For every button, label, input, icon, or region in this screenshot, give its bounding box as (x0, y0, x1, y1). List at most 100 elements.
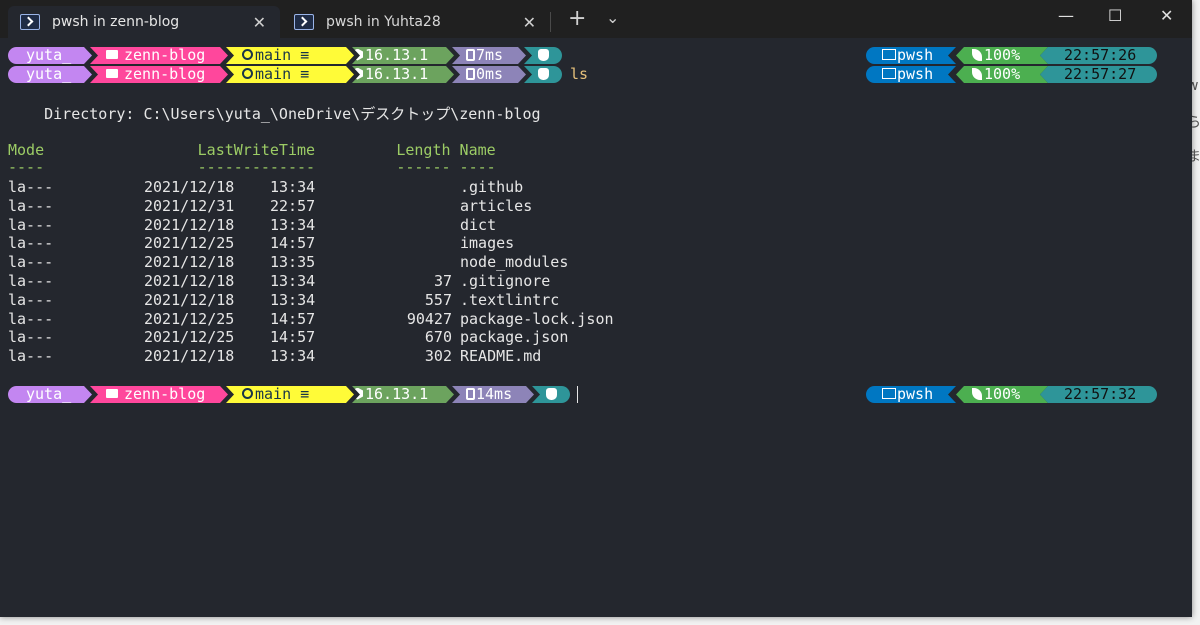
shell-name: pwsh (897, 65, 934, 83)
listing-length: 302 (424, 347, 452, 366)
listing-time: 14:57 (270, 328, 316, 347)
node-version: 16.13.1 (365, 385, 429, 403)
prompt-battery: 100% (956, 47, 1048, 64)
exec-time: 0ms (476, 65, 504, 83)
github-icon (242, 68, 253, 79)
listing-name: dict (460, 215, 497, 234)
prompt-exec-time: 14ms (452, 386, 534, 403)
node-version: 16.13.1 (365, 65, 429, 83)
listing-time: 13:34 (270, 215, 316, 234)
listing-time: 13:34 (270, 178, 316, 196)
listing-mode: la--- (8, 253, 54, 272)
listing-time: 13:34 (270, 272, 316, 290)
typed-command: ls (570, 65, 589, 83)
listing-date: 2021/12/18 (144, 347, 235, 366)
nodejs-icon (352, 68, 363, 80)
prompt-status (524, 47, 562, 64)
listing-mode: la--- (8, 328, 54, 347)
folder-name: zenn-blog (124, 385, 206, 403)
directory-line: Directory: C:\Users\yuta_\OneDrive\デスクトッ… (8, 105, 541, 123)
exec-time: 14ms (476, 385, 513, 403)
hourglass-icon (466, 49, 475, 61)
prompt-shell: pwsh (866, 386, 956, 403)
prompt-user: yuta_ (8, 47, 92, 64)
status-ok-icon (538, 48, 549, 61)
shell-name: pwsh (897, 385, 934, 403)
shell-name: pwsh (897, 46, 934, 64)
status-ok-icon (546, 387, 557, 400)
listing-name: package-lock.json (460, 309, 614, 328)
prompt-shell: pwsh (866, 47, 956, 64)
prompt-user: yuta_ (8, 386, 92, 403)
folder-name: zenn-blog (124, 65, 206, 83)
listing-date: 2021/12/18 (144, 253, 235, 272)
listing-header: Mode LastWriteTime Length Name (8, 141, 496, 159)
listing-date: 2021/12/18 (144, 272, 235, 290)
prompt-folder: zenn-blog (90, 47, 228, 64)
listing-length: 90427 (406, 309, 452, 328)
listing-time: 13:35 (270, 253, 316, 272)
prompt-folder: zenn-blog (90, 66, 228, 83)
listing-name: .gitignore (460, 272, 551, 290)
terminal-window[interactable]: pwsh in zenn-blog ✕ pwsh in Yuhta28 ✕ + … (0, 0, 1192, 617)
battery-leaf-icon (972, 68, 982, 80)
close-window-button[interactable]: ✕ (1160, 6, 1173, 25)
prompt-git: main ≡ (226, 47, 354, 64)
terminal-icon (882, 49, 896, 60)
prompt-node: 16.13.1 (352, 66, 454, 83)
listing-date: 2021/12/25 (144, 328, 235, 347)
prompt-time: 22:57:26 (1040, 47, 1157, 64)
powershell-icon (20, 14, 40, 30)
node-version: 16.13.1 (365, 46, 429, 64)
listing-date: 2021/12/31 (144, 196, 235, 215)
prompt-exec-time: 7ms (452, 47, 526, 64)
powershell-icon (294, 14, 314, 30)
listing-mode: la--- (8, 196, 54, 215)
listing-mode: la--- (8, 215, 54, 234)
close-icon[interactable]: ✕ (523, 13, 536, 32)
github-icon (242, 49, 253, 60)
close-icon[interactable]: ✕ (253, 13, 266, 32)
nodejs-icon (352, 49, 363, 61)
listing-time: 14:57 (270, 234, 316, 253)
battery-level: 100% (984, 65, 1021, 83)
prompt-user: yuta_ (8, 66, 92, 83)
prompt-folder: zenn-blog (90, 386, 228, 403)
listing-date: 2021/12/25 (144, 234, 235, 253)
listing-length: 37 (433, 272, 452, 290)
terminal-icon (882, 388, 896, 399)
terminal-icon (882, 68, 896, 79)
listing-date: 2021/12/18 (144, 215, 235, 234)
listing-mode: la--- (8, 347, 54, 366)
listing-name: .textlintrc (460, 290, 560, 309)
minimize-button[interactable]: — (1058, 6, 1074, 25)
exec-time: 7ms (476, 46, 504, 64)
listing-underline: ---- ------------- ------ ---- (8, 158, 496, 176)
tab-pwsh-yuhta28[interactable]: pwsh in Yuhta28 ✕ (282, 6, 550, 38)
new-tab-button[interactable]: + (568, 6, 586, 31)
listing-date: 2021/12/18 (144, 290, 235, 309)
listing-mode: la--- (8, 290, 54, 309)
text-cursor[interactable] (577, 386, 578, 403)
tab-bar: pwsh in zenn-blog ✕ pwsh in Yuhta28 ✕ + … (0, 0, 1192, 38)
prompt-battery: 100% (956, 386, 1048, 403)
maximize-button[interactable]: ☐ (1108, 6, 1122, 25)
nodejs-icon (352, 388, 363, 400)
battery-level: 100% (984, 385, 1021, 403)
listing-date: 2021/12/25 (144, 309, 235, 328)
tab-dropdown-button[interactable]: ⌄ (606, 8, 619, 27)
prompt-node: 16.13.1 (352, 47, 454, 64)
listing-date: 2021/12/18 (144, 178, 235, 196)
prompt-exec-time: 0ms (452, 66, 526, 83)
listing-length: 557 (424, 290, 452, 309)
listing-mode: la--- (8, 178, 54, 196)
tab-pwsh-zenn-blog[interactable]: pwsh in zenn-blog ✕ (8, 6, 280, 38)
prompt-git: main ≡ (226, 386, 354, 403)
folder-icon (106, 50, 118, 59)
prompt-battery: 100% (956, 66, 1048, 83)
listing-mode: la--- (8, 234, 54, 253)
listing-name: package.json (460, 328, 569, 347)
battery-leaf-icon (972, 49, 982, 61)
prompt-status (524, 66, 562, 83)
listing-time: 14:57 (270, 309, 316, 328)
